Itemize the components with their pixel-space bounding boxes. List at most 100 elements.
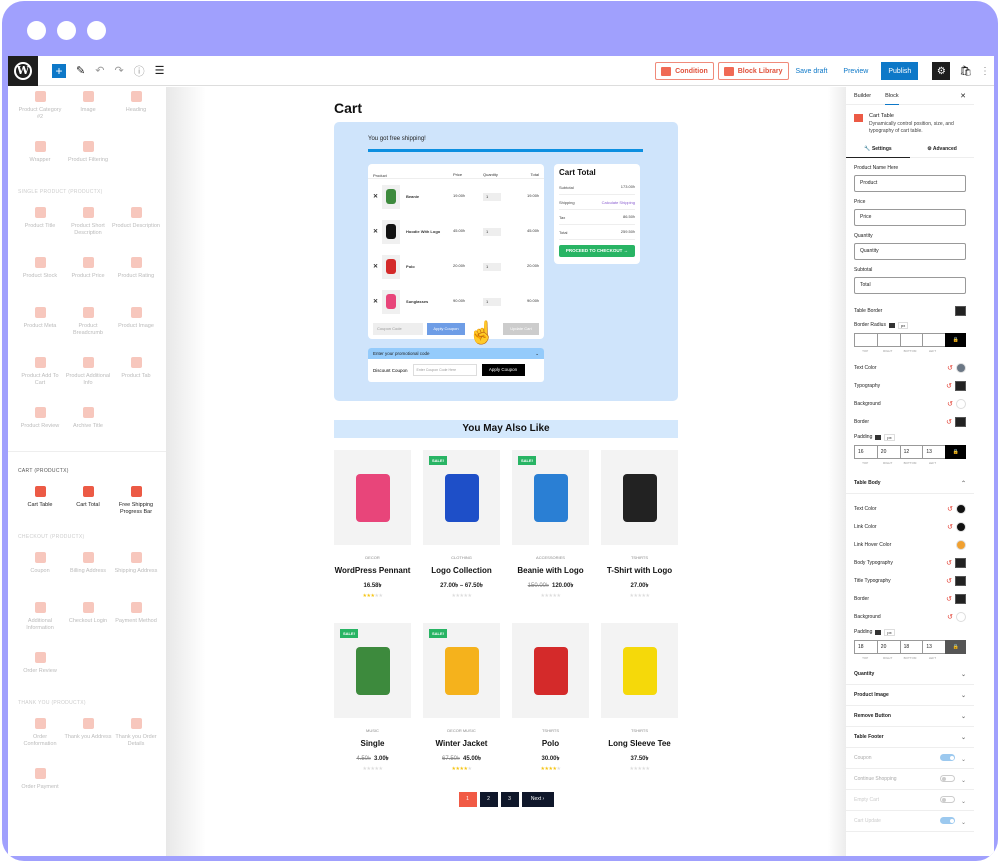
dimension-input-bottom[interactable]: 12 (899, 445, 923, 459)
block-order-conformation[interactable]: Order Conformation (16, 714, 64, 756)
page-button[interactable]: 3 (500, 792, 519, 807)
tab-builder[interactable]: Builder (854, 87, 871, 105)
color-picker[interactable] (956, 540, 966, 550)
product-name[interactable]: Beanie with Logo (512, 566, 589, 575)
reset-icon[interactable]: ↺ (946, 595, 952, 603)
save-draft-link[interactable]: Save draft (793, 68, 831, 75)
typography-settings-icon[interactable] (955, 381, 966, 391)
text-field-quantity[interactable]: Quantity (854, 243, 966, 260)
toggle-switch[interactable] (939, 774, 955, 782)
remove-item-icon[interactable]: ✕ (373, 228, 378, 235)
section-continue-shopping[interactable]: Continue Shopping ⌄ (846, 769, 974, 790)
section-cart-update[interactable]: Cart Update ⌄ (846, 811, 974, 832)
color-picker[interactable] (956, 504, 966, 514)
block-product-tab[interactable]: Product Tab (112, 353, 160, 395)
dimension-input-top[interactable]: 18 (854, 640, 877, 654)
lock-icon[interactable]: 🔒 (945, 445, 966, 459)
reset-icon[interactable]: ↺ (947, 613, 953, 621)
product-card[interactable]: TSHIRTS Polo 30.00৳ ★★★★★ (512, 623, 589, 772)
product-category[interactable]: TSHIRTS (601, 555, 678, 560)
product-card[interactable]: TSHIRTS T-Shirt with Logo 27.00৳ ★★★★★ (601, 450, 678, 599)
condition-button[interactable]: Condition (655, 62, 714, 80)
product-image-box[interactable] (601, 623, 678, 718)
block-cart-table[interactable]: Cart Table (16, 482, 64, 524)
block-product-price[interactable]: Product Price (64, 253, 112, 295)
coupon-code-input[interactable]: Coupon Code (373, 323, 423, 335)
wordpress-logo-button[interactable]: W (8, 56, 38, 86)
product-card[interactable]: DECOR WordPress Pennant 16.58৳ ★★★★★ (334, 450, 411, 599)
reset-icon[interactable]: ↺ (947, 505, 953, 513)
calculate-shipping-link[interactable]: Calculate Shipping (602, 200, 635, 205)
block-checkout-login[interactable]: Checkout Login (64, 598, 112, 640)
product-name[interactable]: T-Shirt with Logo (601, 566, 678, 575)
product-name[interactable]: Winter Jacket (423, 739, 500, 748)
remove-item-icon[interactable]: ✕ (373, 298, 378, 305)
quantity-input[interactable]: 1 (483, 227, 501, 236)
section-product-image[interactable]: Product Image ⌄ (846, 685, 974, 706)
toggle-switch[interactable] (939, 795, 955, 803)
lock-icon[interactable]: 🔒 (945, 640, 966, 654)
color-picker[interactable] (956, 522, 966, 532)
unit-selector[interactable]: px (884, 628, 895, 636)
block-library-button[interactable]: Block Library (717, 62, 789, 80)
block-product-review[interactable]: Product Review (16, 403, 64, 445)
page-button[interactable]: Next › (521, 792, 554, 807)
typography-settings-icon[interactable] (955, 576, 966, 586)
page-button[interactable]: 2 (479, 792, 498, 807)
list-view-icon[interactable]: ☰ (155, 64, 165, 77)
block-free-shipping-progress-bar[interactable]: Free Shipping Progress Bar (112, 482, 160, 524)
undo-icon[interactable]: ↶ (95, 64, 104, 77)
chevron-down-icon[interactable]: ⌄ (961, 693, 966, 699)
product-card[interactable]: SALE! DECOR MUSIC Winter Jacket 67.50৳ 45.00… (423, 623, 500, 772)
block-shipping-address[interactable]: Shipping Address (112, 548, 160, 590)
maximize-window-dot[interactable] (87, 21, 106, 40)
dimension-input-right[interactable] (876, 333, 900, 347)
product-card[interactable]: SALE! MUSIC Single 4.50৳ 3.00৳ ★★★★★ (334, 623, 411, 772)
promo-header[interactable]: Enter your promotional code ⌄ (368, 348, 544, 359)
chevron-down-icon[interactable]: ⌄ (961, 799, 966, 805)
product-image-box[interactable]: SALE! (423, 623, 500, 718)
chevron-down-icon[interactable]: ⌄ (961, 778, 966, 784)
tab-settings[interactable]: 🔧 Settings (846, 141, 910, 158)
reset-icon[interactable]: ↺ (946, 382, 952, 390)
block-order-review[interactable]: Order Review (16, 648, 64, 690)
dimension-input-top[interactable]: 16 (854, 445, 877, 459)
reset-icon[interactable]: ↺ (946, 577, 952, 585)
device-icon[interactable] (875, 434, 882, 440)
section-empty-cart[interactable]: Empty Cart ⌄ (846, 790, 974, 811)
more-options-icon[interactable]: ⋮ (980, 66, 990, 77)
product-name[interactable]: Sunglasses (406, 299, 428, 304)
dimension-input-left[interactable]: 13 (922, 640, 946, 654)
product-image-box[interactable] (512, 623, 589, 718)
update-cart-button[interactable]: Update Cart (503, 323, 539, 335)
product-name[interactable]: Single (334, 739, 411, 748)
chevron-down-icon[interactable]: ⌄ (961, 714, 966, 720)
text-field-product[interactable]: Product (854, 175, 966, 192)
block-cart-total[interactable]: Cart Total (64, 482, 112, 524)
reset-icon[interactable]: ↺ (946, 418, 952, 426)
block-product-rating[interactable]: Product Rating (112, 253, 160, 295)
product-image-box[interactable] (601, 450, 678, 545)
preview-link[interactable]: Preview (840, 68, 871, 75)
product-category[interactable]: CLOTHING (423, 555, 500, 560)
block-product-breadcrumb[interactable]: Product Breadcrumb (64, 303, 112, 345)
block-thank-you-order-details[interactable]: Thank you Order Details (112, 714, 160, 756)
cart-block[interactable]: You got free shipping! Product Price Qua… (334, 122, 678, 401)
typography-settings-icon[interactable] (955, 417, 966, 427)
dimension-input-bottom[interactable]: 18 (899, 640, 923, 654)
device-icon[interactable] (875, 629, 882, 635)
page-title[interactable]: Cart (334, 100, 678, 116)
redo-icon[interactable]: ↷ (114, 64, 123, 77)
close-window-dot[interactable] (27, 21, 46, 40)
block-product-meta[interactable]: Product Meta (16, 303, 64, 345)
product-category[interactable]: TSHIRTS (512, 728, 589, 733)
block-product-category-2[interactable]: Product Category #2 (16, 87, 64, 129)
minimize-window-dot[interactable] (57, 21, 76, 40)
tab-block[interactable]: Block (885, 87, 899, 105)
product-category[interactable]: ACCESSORIES (512, 555, 589, 560)
edit-pencil-icon[interactable]: ✎ (76, 64, 85, 77)
block-heading[interactable]: Heading (112, 87, 160, 129)
block-payment-method[interactable]: Payment Method (112, 598, 160, 640)
block-product-stock[interactable]: Product Stock (16, 253, 64, 295)
settings-gear-icon[interactable]: ⚙ (932, 62, 951, 80)
